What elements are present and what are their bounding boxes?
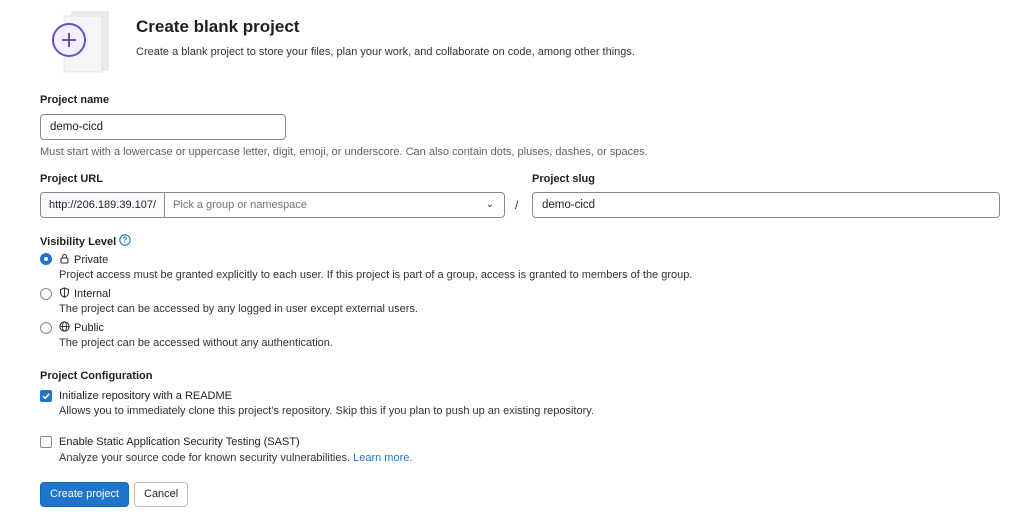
create-project-button[interactable]: Create project [40, 482, 130, 507]
visibility-internal-option[interactable]: Internal [59, 287, 111, 301]
project-configuration-label: Project Configuration [40, 370, 153, 382]
cancel-button[interactable]: Cancel [134, 482, 189, 507]
visibility-private-label: Private [74, 254, 109, 266]
checkmark-icon [42, 393, 50, 400]
readme-label[interactable]: Initialize repository with a README [59, 390, 232, 402]
sast-description-row: Analyze your source code for known secur… [59, 452, 412, 464]
blank-project-illustration [44, 8, 114, 74]
visibility-public-option[interactable]: Public [59, 321, 104, 335]
readme-description: Allows you to immediately clone this pro… [59, 405, 594, 417]
visibility-public-description: The project can be accessed without any … [59, 337, 333, 349]
visibility-private-option[interactable]: Private [59, 253, 108, 267]
project-slug-input[interactable]: demo-cicd [532, 192, 1000, 218]
visibility-internal-label: Internal [74, 288, 111, 300]
visibility-private-description: Project access must be granted explicitl… [59, 269, 693, 281]
sast-description: Analyze your source code for known secur… [59, 452, 351, 464]
visibility-internal-description: The project can be accessed by any logge… [59, 303, 418, 315]
namespace-select[interactable]: Pick a group or namespace ⌄ [164, 192, 505, 218]
project-name-label: Project name [40, 94, 110, 106]
visibility-label: Visibility Level [40, 235, 117, 248]
project-url-prefix: http://206.189.39.107/ [40, 192, 165, 218]
shield-icon [59, 287, 70, 301]
globe-icon [59, 321, 70, 335]
project-name-input[interactable]: demo-cicd [40, 114, 286, 140]
project-url-group: http://206.189.39.107/ Pick a group or n… [40, 192, 505, 218]
svg-text:?: ? [123, 236, 128, 245]
learn-more-link[interactable]: Learn more. [353, 452, 412, 464]
lock-icon [59, 253, 70, 267]
project-url-label: Project URL [40, 173, 103, 185]
project-name-help: Must start with a lowercase or uppercase… [40, 146, 648, 158]
visibility-private-radio[interactable] [40, 253, 52, 265]
visibility-internal-radio[interactable] [40, 288, 52, 300]
sast-label[interactable]: Enable Static Application Security Testi… [59, 436, 300, 448]
page-description: Create a blank project to store your fil… [136, 46, 635, 58]
page-title: Create blank project [136, 17, 300, 36]
namespace-select-placeholder: Pick a group or namespace [173, 199, 307, 211]
project-slug-label: Project slug [532, 173, 595, 185]
visibility-label-row: Visibility Level ? [40, 234, 131, 249]
question-icon[interactable]: ? [119, 234, 131, 249]
readme-checkbox[interactable] [40, 390, 52, 402]
chevron-down-icon: ⌄ [485, 199, 494, 210]
url-separator: / [515, 198, 519, 212]
visibility-public-radio[interactable] [40, 322, 52, 334]
visibility-public-label: Public [74, 322, 104, 334]
sast-checkbox[interactable] [40, 436, 52, 448]
